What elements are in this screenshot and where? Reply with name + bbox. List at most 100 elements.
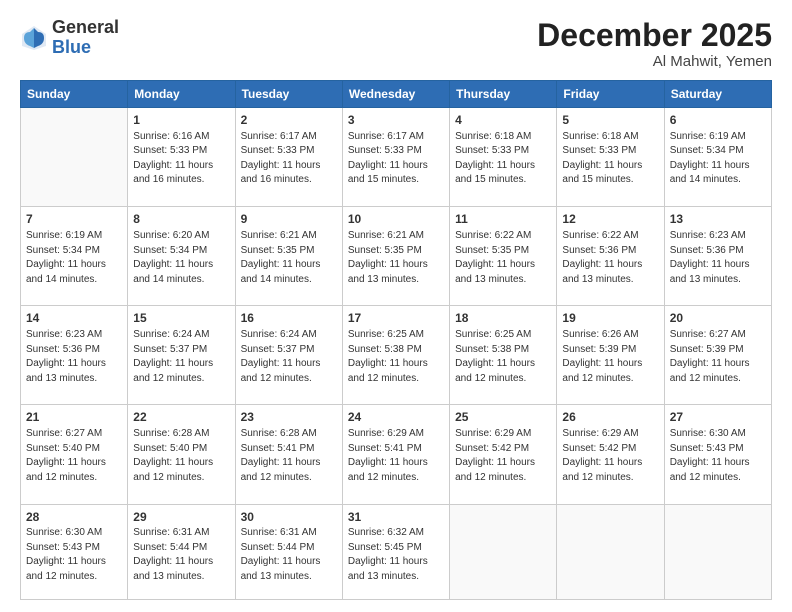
calendar-cell: 26Sunrise: 6:29 AM Sunset: 5:42 PM Dayli… bbox=[557, 405, 664, 504]
calendar-cell: 2Sunrise: 6:17 AM Sunset: 5:33 PM Daylig… bbox=[235, 108, 342, 207]
day-number: 7 bbox=[26, 211, 122, 228]
day-number: 6 bbox=[670, 112, 766, 129]
calendar-cell: 23Sunrise: 6:28 AM Sunset: 5:41 PM Dayli… bbox=[235, 405, 342, 504]
day-number: 24 bbox=[348, 409, 444, 426]
weekday-header-saturday: Saturday bbox=[664, 81, 771, 108]
location-title: Al Mahwit, Yemen bbox=[537, 53, 772, 70]
page: General Blue December 2025 Al Mahwit, Ye… bbox=[0, 0, 792, 612]
week-row-5: 28Sunrise: 6:30 AM Sunset: 5:43 PM Dayli… bbox=[21, 504, 772, 600]
day-info: Sunrise: 6:18 AM Sunset: 5:33 PM Dayligh… bbox=[455, 130, 551, 188]
day-number: 10 bbox=[348, 211, 444, 228]
day-info: Sunrise: 6:23 AM Sunset: 5:36 PM Dayligh… bbox=[26, 328, 122, 386]
day-number: 19 bbox=[562, 310, 658, 327]
day-info: Sunrise: 6:19 AM Sunset: 5:34 PM Dayligh… bbox=[26, 229, 122, 287]
calendar-cell: 8Sunrise: 6:20 AM Sunset: 5:34 PM Daylig… bbox=[128, 207, 235, 306]
calendar-cell: 20Sunrise: 6:27 AM Sunset: 5:39 PM Dayli… bbox=[664, 306, 771, 405]
calendar-cell: 3Sunrise: 6:17 AM Sunset: 5:33 PM Daylig… bbox=[342, 108, 449, 207]
day-info: Sunrise: 6:28 AM Sunset: 5:41 PM Dayligh… bbox=[241, 427, 337, 485]
calendar-cell: 4Sunrise: 6:18 AM Sunset: 5:33 PM Daylig… bbox=[450, 108, 557, 207]
day-number: 14 bbox=[26, 310, 122, 327]
calendar-cell: 7Sunrise: 6:19 AM Sunset: 5:34 PM Daylig… bbox=[21, 207, 128, 306]
calendar-cell: 28Sunrise: 6:30 AM Sunset: 5:43 PM Dayli… bbox=[21, 504, 128, 600]
day-info: Sunrise: 6:24 AM Sunset: 5:37 PM Dayligh… bbox=[133, 328, 229, 386]
calendar-cell: 13Sunrise: 6:23 AM Sunset: 5:36 PM Dayli… bbox=[664, 207, 771, 306]
calendar-cell: 25Sunrise: 6:29 AM Sunset: 5:42 PM Dayli… bbox=[450, 405, 557, 504]
day-info: Sunrise: 6:31 AM Sunset: 5:44 PM Dayligh… bbox=[133, 526, 229, 584]
day-number: 8 bbox=[133, 211, 229, 228]
day-number: 15 bbox=[133, 310, 229, 327]
day-number: 30 bbox=[241, 509, 337, 526]
day-info: Sunrise: 6:27 AM Sunset: 5:39 PM Dayligh… bbox=[670, 328, 766, 386]
day-number: 9 bbox=[241, 211, 337, 228]
calendar-cell: 6Sunrise: 6:19 AM Sunset: 5:34 PM Daylig… bbox=[664, 108, 771, 207]
day-info: Sunrise: 6:17 AM Sunset: 5:33 PM Dayligh… bbox=[348, 130, 444, 188]
calendar-cell: 9Sunrise: 6:21 AM Sunset: 5:35 PM Daylig… bbox=[235, 207, 342, 306]
day-number: 3 bbox=[348, 112, 444, 129]
logo-general: General bbox=[52, 17, 119, 37]
day-info: Sunrise: 6:16 AM Sunset: 5:33 PM Dayligh… bbox=[133, 130, 229, 188]
day-info: Sunrise: 6:21 AM Sunset: 5:35 PM Dayligh… bbox=[348, 229, 444, 287]
day-number: 31 bbox=[348, 509, 444, 526]
day-info: Sunrise: 6:26 AM Sunset: 5:39 PM Dayligh… bbox=[562, 328, 658, 386]
weekday-header-thursday: Thursday bbox=[450, 81, 557, 108]
logo-icon bbox=[20, 24, 48, 52]
calendar-cell: 27Sunrise: 6:30 AM Sunset: 5:43 PM Dayli… bbox=[664, 405, 771, 504]
logo-blue: Blue bbox=[52, 37, 91, 57]
day-number: 28 bbox=[26, 509, 122, 526]
week-row-1: 1Sunrise: 6:16 AM Sunset: 5:33 PM Daylig… bbox=[21, 108, 772, 207]
day-number: 17 bbox=[348, 310, 444, 327]
day-info: Sunrise: 6:29 AM Sunset: 5:42 PM Dayligh… bbox=[562, 427, 658, 485]
day-number: 1 bbox=[133, 112, 229, 129]
calendar-cell bbox=[21, 108, 128, 207]
day-number: 4 bbox=[455, 112, 551, 129]
day-number: 5 bbox=[562, 112, 658, 129]
calendar-cell bbox=[664, 504, 771, 600]
calendar-cell: 1Sunrise: 6:16 AM Sunset: 5:33 PM Daylig… bbox=[128, 108, 235, 207]
day-number: 13 bbox=[670, 211, 766, 228]
weekday-header-friday: Friday bbox=[557, 81, 664, 108]
day-info: Sunrise: 6:27 AM Sunset: 5:40 PM Dayligh… bbox=[26, 427, 122, 485]
day-info: Sunrise: 6:25 AM Sunset: 5:38 PM Dayligh… bbox=[455, 328, 551, 386]
day-info: Sunrise: 6:30 AM Sunset: 5:43 PM Dayligh… bbox=[670, 427, 766, 485]
calendar-cell: 12Sunrise: 6:22 AM Sunset: 5:36 PM Dayli… bbox=[557, 207, 664, 306]
calendar-cell: 22Sunrise: 6:28 AM Sunset: 5:40 PM Dayli… bbox=[128, 405, 235, 504]
day-info: Sunrise: 6:30 AM Sunset: 5:43 PM Dayligh… bbox=[26, 526, 122, 584]
weekday-header-row: SundayMondayTuesdayWednesdayThursdayFrid… bbox=[21, 81, 772, 108]
week-row-4: 21Sunrise: 6:27 AM Sunset: 5:40 PM Dayli… bbox=[21, 405, 772, 504]
calendar-cell: 10Sunrise: 6:21 AM Sunset: 5:35 PM Dayli… bbox=[342, 207, 449, 306]
calendar-cell: 14Sunrise: 6:23 AM Sunset: 5:36 PM Dayli… bbox=[21, 306, 128, 405]
day-number: 16 bbox=[241, 310, 337, 327]
calendar-cell: 31Sunrise: 6:32 AM Sunset: 5:45 PM Dayli… bbox=[342, 504, 449, 600]
day-info: Sunrise: 6:25 AM Sunset: 5:38 PM Dayligh… bbox=[348, 328, 444, 386]
logo: General Blue bbox=[20, 18, 119, 58]
week-row-3: 14Sunrise: 6:23 AM Sunset: 5:36 PM Dayli… bbox=[21, 306, 772, 405]
day-info: Sunrise: 6:29 AM Sunset: 5:41 PM Dayligh… bbox=[348, 427, 444, 485]
day-number: 25 bbox=[455, 409, 551, 426]
day-number: 27 bbox=[670, 409, 766, 426]
day-number: 23 bbox=[241, 409, 337, 426]
day-info: Sunrise: 6:19 AM Sunset: 5:34 PM Dayligh… bbox=[670, 130, 766, 188]
day-info: Sunrise: 6:18 AM Sunset: 5:33 PM Dayligh… bbox=[562, 130, 658, 188]
calendar-cell bbox=[450, 504, 557, 600]
calendar-cell: 18Sunrise: 6:25 AM Sunset: 5:38 PM Dayli… bbox=[450, 306, 557, 405]
weekday-header-wednesday: Wednesday bbox=[342, 81, 449, 108]
day-number: 21 bbox=[26, 409, 122, 426]
calendar-table: SundayMondayTuesdayWednesdayThursdayFrid… bbox=[20, 80, 772, 600]
day-info: Sunrise: 6:28 AM Sunset: 5:40 PM Dayligh… bbox=[133, 427, 229, 485]
day-number: 26 bbox=[562, 409, 658, 426]
calendar-cell: 30Sunrise: 6:31 AM Sunset: 5:44 PM Dayli… bbox=[235, 504, 342, 600]
calendar-cell: 11Sunrise: 6:22 AM Sunset: 5:35 PM Dayli… bbox=[450, 207, 557, 306]
calendar-cell: 15Sunrise: 6:24 AM Sunset: 5:37 PM Dayli… bbox=[128, 306, 235, 405]
day-info: Sunrise: 6:20 AM Sunset: 5:34 PM Dayligh… bbox=[133, 229, 229, 287]
day-info: Sunrise: 6:31 AM Sunset: 5:44 PM Dayligh… bbox=[241, 526, 337, 584]
day-info: Sunrise: 6:32 AM Sunset: 5:45 PM Dayligh… bbox=[348, 526, 444, 584]
day-info: Sunrise: 6:21 AM Sunset: 5:35 PM Dayligh… bbox=[241, 229, 337, 287]
month-title: December 2025 bbox=[537, 18, 772, 53]
day-info: Sunrise: 6:29 AM Sunset: 5:42 PM Dayligh… bbox=[455, 427, 551, 485]
calendar-cell: 17Sunrise: 6:25 AM Sunset: 5:38 PM Dayli… bbox=[342, 306, 449, 405]
day-number: 2 bbox=[241, 112, 337, 129]
logo-text: General Blue bbox=[52, 18, 119, 58]
day-info: Sunrise: 6:17 AM Sunset: 5:33 PM Dayligh… bbox=[241, 130, 337, 188]
calendar-cell: 21Sunrise: 6:27 AM Sunset: 5:40 PM Dayli… bbox=[21, 405, 128, 504]
weekday-header-tuesday: Tuesday bbox=[235, 81, 342, 108]
